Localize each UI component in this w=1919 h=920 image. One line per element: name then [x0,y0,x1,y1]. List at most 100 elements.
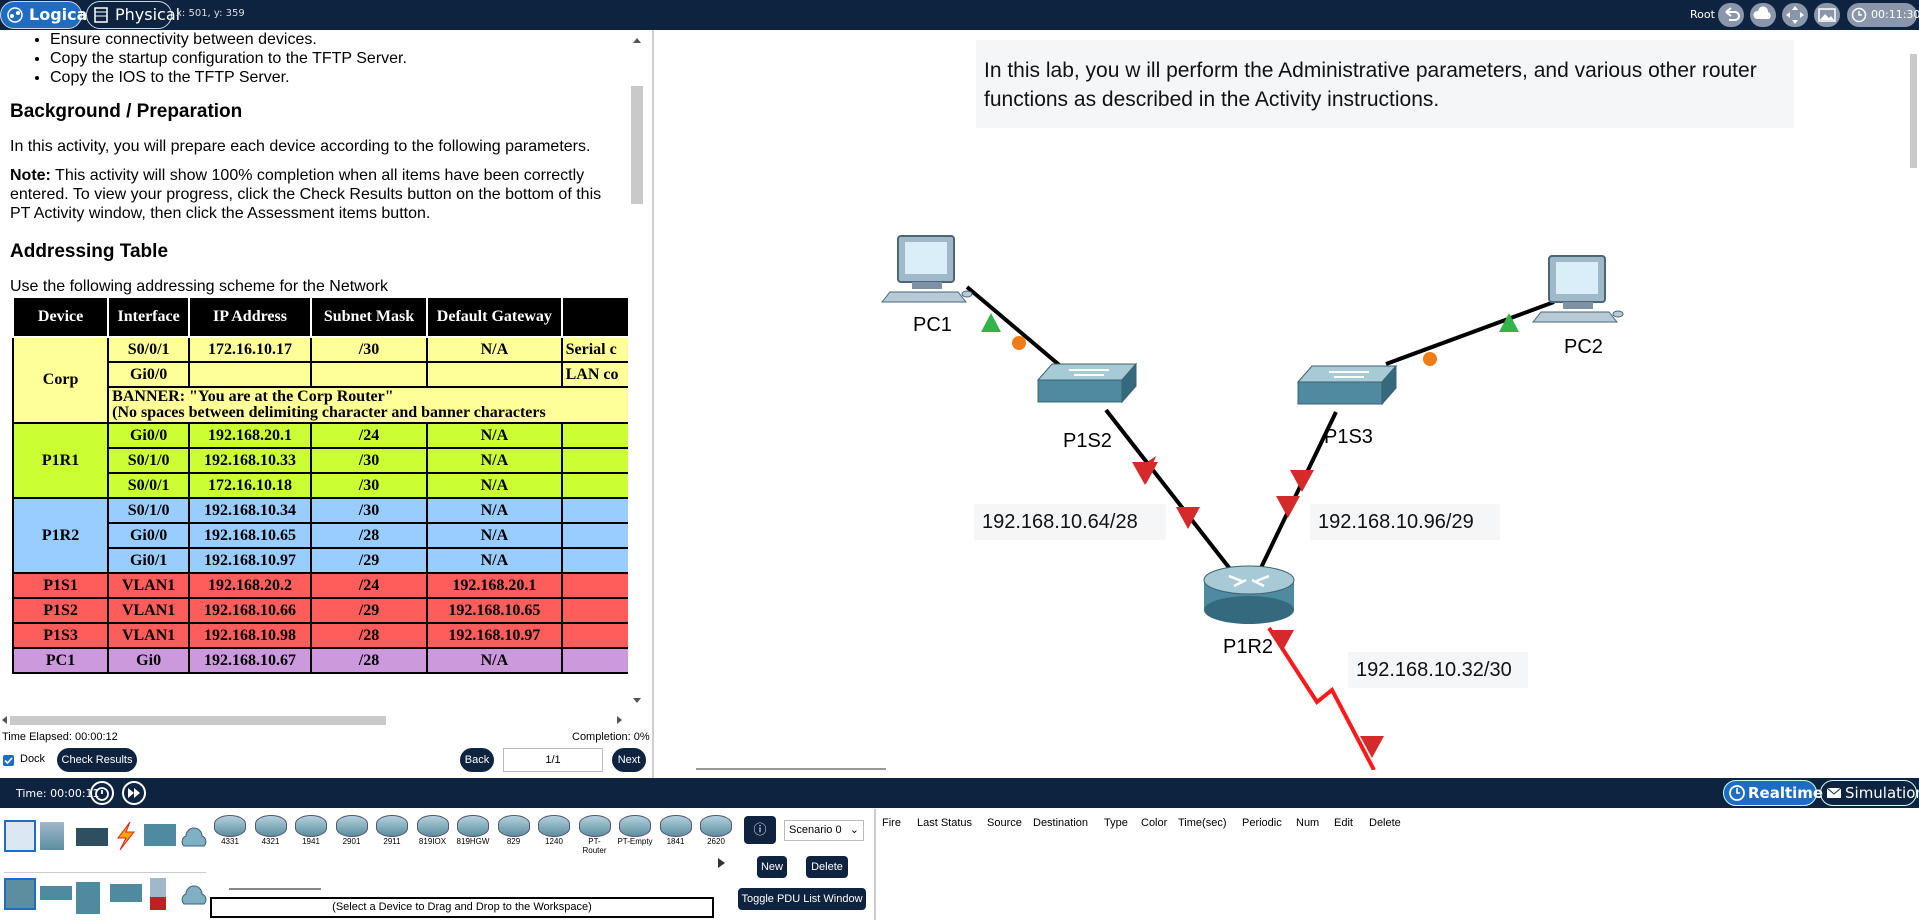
wireless-subcategory-icon[interactable] [110,884,142,902]
security-subcategory-icon[interactable] [150,878,166,910]
scenario-select[interactable]: Scenario 0 ⌄ [784,820,864,841]
routers-subcategory-icon[interactable] [4,878,36,910]
device-model-item[interactable]: 1240 [536,813,572,846]
scroll-down-icon[interactable] [633,698,641,703]
device-model-item[interactable]: 4321 [253,813,289,846]
scroll-thumb[interactable] [1910,54,1917,168]
p1r2-label[interactable]: P1R2 [1223,636,1273,659]
miscellaneous-category-icon[interactable] [144,824,176,846]
hubs-subcategory-icon[interactable] [76,882,100,914]
dock-checkbox[interactable] [3,755,14,766]
device-model-item[interactable]: 819HGW [455,813,491,846]
power-cycle-icon[interactable] [90,781,114,805]
p1s2-label[interactable]: P1S2 [1063,430,1112,453]
background-image-icon[interactable] [1814,3,1840,27]
cell: 192.168.20.1 [188,422,312,449]
workspace-horizontal-scrollbar[interactable] [696,768,886,770]
cell [560,597,630,624]
cell [560,647,630,674]
simulation-mode-button[interactable]: Simulation [1820,780,1919,806]
device-row-scrollbar[interactable] [229,888,321,890]
router-icon [295,815,327,837]
device-model-label: PT-Empty [617,837,653,846]
device-model-item[interactable]: 2620 [698,813,734,846]
cell: /24 [309,572,429,599]
cell: 172.16.10.17 [188,336,312,363]
cluster-cloud-icon[interactable] [1750,3,1776,27]
cell: VLAN1 [107,622,191,649]
pc2-device-icon[interactable] [1531,255,1624,323]
device-model-item[interactable]: 819IOX [415,813,451,846]
cell: S0/0/1 [107,336,191,363]
multiuser-category-icon[interactable] [178,824,210,856]
end-devices-category-icon[interactable] [40,822,64,850]
back-navigation-icon[interactable] [1718,3,1744,27]
physical-view-button[interactable]: Physical [86,1,180,29]
network-label-note[interactable]: 192.168.10.32/30 [1348,652,1528,688]
check-results-button[interactable]: Check Results [57,748,137,772]
realtime-mode-button[interactable]: Realtime [1723,780,1823,806]
page-indicator[interactable]: 1/1 [503,748,603,772]
components-category-icon[interactable] [76,828,108,846]
cell [560,572,630,599]
instructions-horizontal-scrollbar[interactable] [0,712,630,728]
p1s3-label[interactable]: P1S3 [1324,426,1373,449]
connections-category-icon[interactable] [110,820,142,852]
pc1-label[interactable]: PC1 [913,314,952,337]
logical-workspace[interactable]: In this lab, you w ill perform the Admin… [652,30,1919,778]
cell [560,547,630,574]
fast-forward-icon[interactable] [122,781,146,805]
workspace-vertical-scrollbar[interactable] [1906,30,1919,770]
category-divider [4,872,206,873]
header-extra [560,296,630,338]
p1s2-switch-icon[interactable] [1036,362,1138,404]
device-model-item[interactable]: PT-Router [577,813,613,855]
p1s3-switch-icon[interactable] [1296,364,1398,406]
column-header: Color [1141,817,1168,829]
topology-canvas[interactable] [654,30,1904,770]
scroll-thumb[interactable] [10,716,386,725]
router-icon [619,815,651,837]
realtime-label: Realtime [1748,784,1824,802]
cell [560,522,630,549]
scroll-right-icon[interactable] [617,716,622,724]
pc1-device-icon[interactable] [880,235,973,303]
device-model-item[interactable]: 829 [496,813,532,846]
instructions-vertical-scrollbar[interactable] [628,30,646,712]
new-scenario-button[interactable]: New [757,856,787,878]
lab-description-note[interactable]: In this lab, you w ill perform the Admin… [976,40,1794,128]
delete-scenario-button[interactable]: Delete [806,856,848,878]
link-p1s3-pc2 [1385,300,1555,366]
scroll-left-icon[interactable] [2,716,7,724]
column-header: Time(sec) [1178,817,1227,829]
device-model-item[interactable]: PT-Empty [617,813,653,846]
note-label: Note: [10,167,51,184]
device-model-item[interactable]: 1941 [293,813,329,846]
cell: S0/1/0 [107,447,191,474]
cell [426,361,563,388]
pc2-label[interactable]: PC2 [1564,336,1603,359]
device-model-item[interactable]: 2901 [334,813,370,846]
cell: /28 [309,522,429,549]
move-object-icon[interactable] [1782,3,1808,27]
scroll-up-icon[interactable] [633,38,641,43]
toggle-pdu-list-button[interactable]: Toggle PDU List Window [738,888,866,910]
next-button[interactable]: Next [612,748,646,772]
cell: VLAN1 [107,572,191,599]
wan-emulation-subcategory-icon[interactable] [178,884,210,916]
device-model-item[interactable]: 1841 [658,813,694,846]
network-label-note[interactable]: 192.168.10.96/29 [1310,504,1500,540]
scroll-thumb[interactable] [631,86,643,204]
back-button[interactable]: Back [460,748,494,772]
info-icon[interactable]: ⓘ [744,816,776,844]
device-model-item[interactable]: 4331 [212,813,248,846]
scenario-controls: ⓘ Scenario 0 ⌄ New Delete Toggle PDU Lis… [732,808,870,920]
router-icon [214,815,246,837]
network-label-note[interactable]: 192.168.10.64/28 [974,504,1166,540]
device-model-item[interactable]: 2911 [374,813,410,846]
logical-view-button[interactable]: Logical [0,1,93,29]
network-devices-category-icon[interactable] [4,820,36,852]
panel-expand-icon[interactable] [718,858,725,868]
p1r2-router-icon[interactable] [1203,565,1295,624]
switches-subcategory-icon[interactable] [40,886,72,900]
